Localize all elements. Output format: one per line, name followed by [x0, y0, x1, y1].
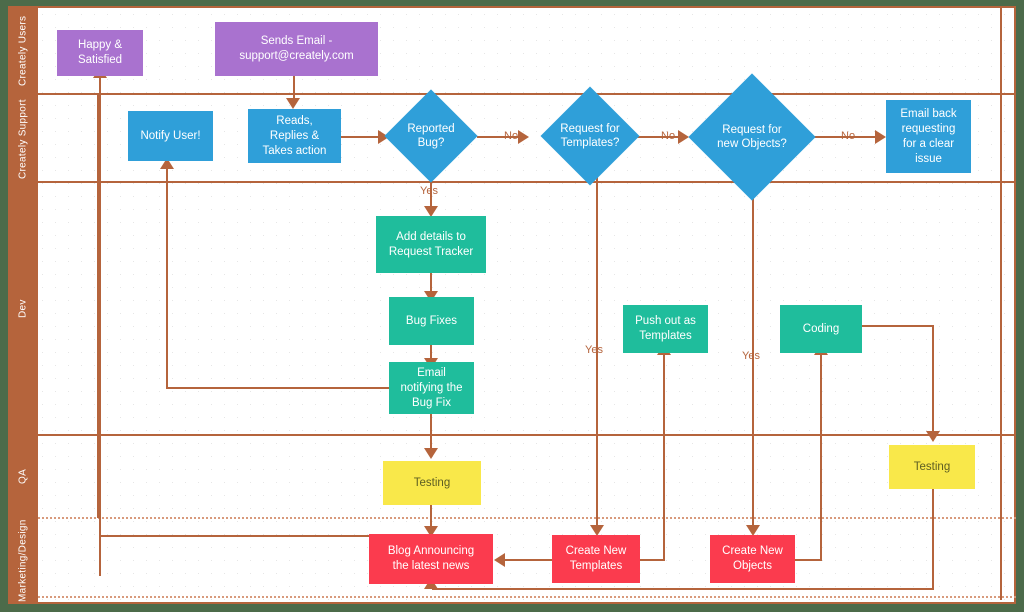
node-email-notifying[interactable]: Email notifying the Bug Fix — [389, 362, 474, 414]
lane-separator-users-support — [38, 93, 1016, 95]
connector-testingright-to-blog-v — [932, 488, 934, 590]
connector-emailnotify-to-testingleft — [430, 414, 432, 452]
lane-separator-qa-marketing — [38, 517, 1016, 519]
connector-coding-to-testingright-v — [932, 325, 934, 435]
plate-right-edge-line — [1000, 8, 1002, 600]
connector-reads-to-reportedbug — [341, 136, 382, 138]
connector-testingright-to-blog-h — [432, 588, 934, 590]
node-email-back[interactable]: Email back requesting for a clear issue — [886, 100, 971, 173]
node-label-coding: Coding — [802, 322, 840, 335]
node-testing-left[interactable]: Testing — [383, 461, 481, 505]
node-reads-replies[interactable]: Reads, Replies & Takes action — [248, 109, 341, 163]
arrowhead-requestobjects-left — [678, 130, 689, 144]
node-create-new-objects[interactable]: Create New Objects — [710, 535, 795, 583]
lane-title-dev: Dev — [17, 299, 29, 319]
connector-blog-to-happy-h — [99, 535, 369, 537]
lane-bottom-edge — [38, 596, 1016, 598]
node-label-create-new-objects: Create New Objects — [722, 545, 783, 572]
connector-createobjects-to-coding-v — [820, 353, 822, 561]
diagram-plate — [8, 6, 1016, 604]
lane-separator-support-dev — [38, 181, 1016, 183]
edge-label-objects-yes: Yes — [742, 350, 760, 362]
connector-emailnotify-to-notifyuser-h — [166, 387, 390, 389]
node-sends-email[interactable]: Sends Email - support@creately.com — [215, 22, 378, 76]
lane-title-users: Creately Users — [17, 15, 29, 86]
edge-label-bug-yes: Yes — [420, 185, 438, 197]
swimlane-header-band: Creately Users Creately Support Dev QA M… — [8, 6, 38, 604]
node-label-add-details: Add details to Request Tracker — [388, 230, 474, 258]
lane-title-support: Creately Support — [17, 99, 29, 179]
connector-createobjects-to-coding-h — [794, 559, 822, 561]
node-testing-right[interactable]: Testing — [889, 445, 975, 489]
node-label-happy-satisfied: Happy & Satisfied — [77, 39, 123, 66]
lane-title-marketing: Marketing/Design — [17, 519, 29, 603]
node-label-notify-user: Notify User! — [140, 129, 201, 142]
node-blog-announcing[interactable]: Blog Announcing the latest news — [369, 534, 493, 584]
node-label-push-out-templates: Push out as Templates — [635, 315, 696, 342]
edge-label-templates-no: No — [661, 130, 676, 142]
node-label-email-back: Email back requesting for a clear issue — [900, 107, 957, 165]
arrowhead-testingleft-top — [424, 448, 438, 459]
node-create-new-templates[interactable]: Create New Templates — [552, 535, 640, 583]
connector-createtemplates-to-pushout-v — [663, 353, 665, 560]
arrowhead-reads-top — [286, 98, 300, 109]
node-reported-bug[interactable]: Reported Bug? — [384, 89, 478, 183]
lane-title-qa: QA — [17, 468, 29, 485]
node-label-email-notifying: Email notifying the Bug Fix — [400, 366, 463, 409]
node-label-sends-email: Sends Email - support@creately.com — [239, 35, 354, 62]
node-request-templates[interactable]: Request for Templates? — [540, 86, 640, 186]
connector-notifyuser-to-happy-v — [99, 76, 101, 576]
node-label-testing-left: Testing — [413, 476, 451, 489]
node-bug-fixes[interactable]: Bug Fixes — [389, 297, 474, 345]
lane-separator-dev-qa — [38, 434, 1016, 436]
connector-createtemplates-to-blog — [501, 559, 559, 561]
connector-requesttemplates-no — [637, 136, 682, 138]
node-label-testing-right: Testing — [913, 460, 951, 473]
connector-emailnotify-to-notifyuser-v — [166, 167, 168, 389]
node-label-blog-announcing: Blog Announcing the latest news — [387, 545, 475, 572]
connector-coding-to-testingright-h — [862, 325, 934, 327]
node-label-reported-bug: Reported Bug? — [407, 123, 455, 149]
node-request-new-objects[interactable]: Request for new Objects? — [688, 73, 816, 201]
edge-label-objects-no: No — [841, 130, 856, 142]
node-notify-user[interactable]: Notify User! — [128, 111, 213, 161]
arrowhead-testingright-top — [926, 431, 940, 442]
diagram-canvas: Creately Users Creately Support Dev QA M… — [0, 0, 1024, 612]
node-label-request-new-objects: Request for new Objects? — [717, 124, 787, 150]
node-label-bug-fixes: Bug Fixes — [405, 314, 458, 327]
node-label-create-new-templates: Create New Templates — [565, 545, 627, 572]
node-coding[interactable]: Coding — [780, 305, 862, 353]
node-happy-satisfied[interactable]: Happy & Satisfied — [57, 30, 143, 76]
edge-label-bug-no: No — [504, 130, 519, 142]
arrowhead-requesttemplates-left — [518, 130, 529, 144]
node-label-reads-replies: Reads, Replies & Takes action — [262, 114, 327, 157]
node-label-request-templates: Request for Templates? — [560, 123, 620, 149]
arrowhead-emailback-left — [875, 130, 886, 144]
node-push-out-templates[interactable]: Push out as Templates — [623, 305, 708, 353]
edge-label-templates-yes: Yes — [585, 344, 603, 356]
arrowhead-blog-right — [494, 553, 505, 567]
node-add-details[interactable]: Add details to Request Tracker — [376, 216, 486, 273]
connector-createtemplates-to-pushout-h — [639, 559, 665, 561]
